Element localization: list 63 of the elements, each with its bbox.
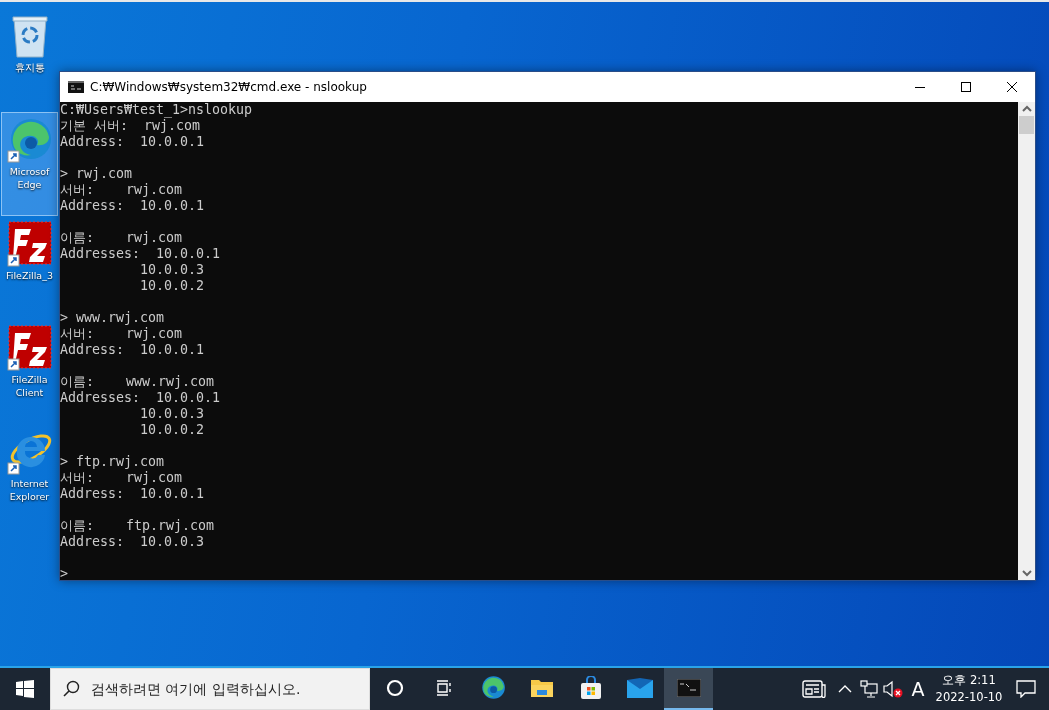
- folder-icon: [529, 677, 554, 699]
- shortcut-label: FileZilla_3: [6, 269, 53, 282]
- search-icon: [62, 680, 80, 698]
- console-line: 서버: rwj.com: [60, 326, 183, 342]
- taskbar-app[interactable]: [664, 668, 713, 710]
- console-line: Address: 10.0.0.3: [60, 534, 205, 550]
- shortcut-label: 휴지통: [14, 61, 45, 74]
- console-line: Address: 10.0.0.1: [60, 486, 205, 502]
- desktop-shortcut[interactable]: 휴지통: [1, 8, 58, 112]
- clock[interactable]: 오후 2:11 2022-10-10: [935, 668, 1003, 710]
- console-line: 10.0.0.2: [139, 422, 205, 438]
- console-line: 서버: rwj.com: [60, 182, 183, 198]
- close-icon: [1006, 81, 1018, 93]
- speech-bubble-icon: [1016, 680, 1036, 698]
- console-line: 이름: ftp.rwj.com: [60, 518, 215, 534]
- console-line: 이름: www.rwj.com: [60, 374, 215, 390]
- filezilla-icon: [6, 221, 53, 267]
- news-icon: [802, 680, 826, 698]
- task-view-icon: [434, 679, 453, 697]
- desktop-shortcut[interactable]: FileZilla Client: [1, 320, 58, 424]
- desktop-shortcut[interactable]: FileZilla_3: [1, 216, 58, 320]
- console-line: Addresses: 10.0.0.1: [60, 246, 221, 262]
- maximize-icon: [960, 81, 972, 93]
- console-line: 10.0.0.3: [139, 406, 205, 422]
- scrollbar[interactable]: [1018, 102, 1035, 580]
- console-line: 10.0.0.3: [139, 262, 205, 278]
- window-title: C:₩Windows₩system32₩cmd.exe - nslookup: [90, 80, 368, 94]
- shortcut-label: Edge: [17, 178, 42, 191]
- console-line: 이름: rwj.com: [60, 230, 183, 246]
- console-line: 기본 서버: rwj.com: [60, 118, 201, 134]
- desktop-shortcut[interactable]: Microsof Edge: [1, 112, 58, 216]
- console-line: >: [60, 566, 68, 582]
- console-line: > ftp.rwj.com: [60, 454, 165, 470]
- terminal-icon: [68, 81, 84, 93]
- console-line: C:₩Users₩test_1>nslookup: [60, 102, 253, 118]
- shortcut-label: Client: [15, 386, 44, 399]
- shortcut-label: Explorer: [9, 490, 50, 503]
- terminal-icon: [676, 679, 701, 697]
- time-text: 오후 2:11: [942, 672, 996, 689]
- input-mode-indicator[interactable]: A: [905, 668, 931, 710]
- date-text: 2022-10-10: [935, 689, 1003, 706]
- shortcut-label: FileZilla: [11, 373, 48, 386]
- scroll-thumb[interactable]: [1019, 116, 1034, 134]
- console-line: 서버: rwj.com: [60, 470, 183, 486]
- edge-icon: [6, 117, 53, 163]
- circle-icon: [385, 679, 404, 697]
- console-line: Address: 10.0.0.1: [60, 198, 205, 214]
- console-line: Addresses: 10.0.0.1: [60, 390, 221, 406]
- mail-icon: [626, 678, 653, 698]
- console-line: > rwj.com: [60, 166, 133, 182]
- edge-icon: [479, 675, 506, 701]
- console-line: Address: 10.0.0.1: [60, 342, 205, 358]
- desktop-shortcut[interactable]: Internet Explorer: [1, 424, 58, 528]
- shortcut-label: Microsof: [9, 165, 50, 178]
- windows-logo-icon: [16, 680, 34, 698]
- console-line: 10.0.0.2: [139, 278, 205, 294]
- recycle-bin-icon: [9, 13, 50, 59]
- console-line: > www.rwj.com: [60, 310, 165, 326]
- console-line: Address: 10.0.0.1: [60, 134, 205, 150]
- shortcut-label: Internet: [10, 477, 49, 490]
- filezilla-icon: [6, 325, 53, 371]
- search-field[interactable]: 검색하려면 여기에 입력하십시오.: [50, 668, 370, 710]
- store-bag-icon: [578, 676, 603, 700]
